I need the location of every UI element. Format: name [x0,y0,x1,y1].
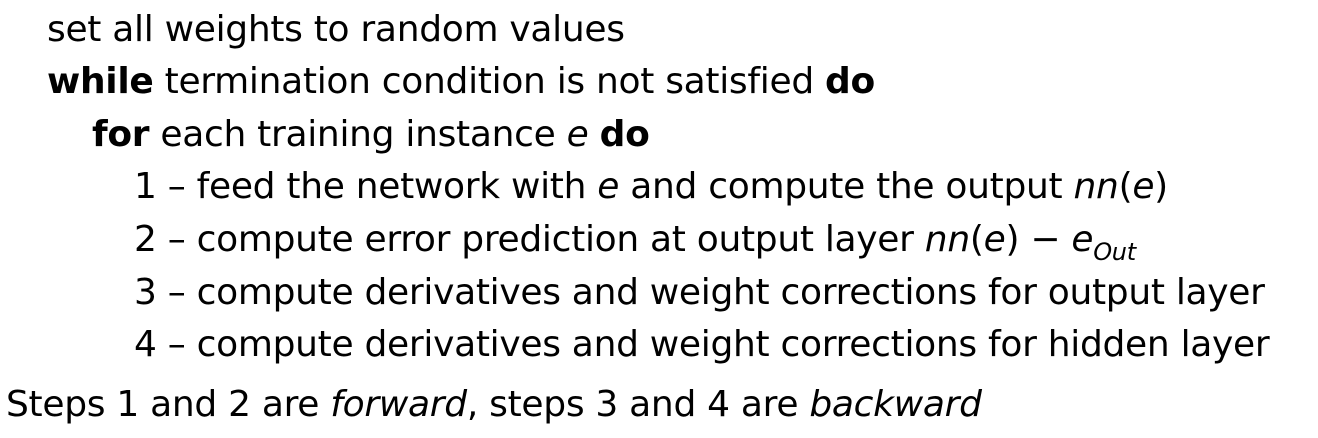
variable-e: e [566,114,589,155]
paren-open: ( [1118,166,1133,207]
step-1: 1 – feed the network with e and compute … [134,165,1168,209]
step-dash: – [156,272,197,313]
line-while-loop: while termination condition is not satis… [47,60,875,104]
keyword-while: while [47,61,154,102]
line-set-weights-text: set all weights to random values [47,9,625,50]
subscript-out: Out [1093,238,1136,266]
step-dash: – [156,166,197,207]
variable-e: e [1132,166,1155,207]
keyword-do: do [825,61,875,102]
step-number: 3 [134,272,157,313]
step-number: 1 [134,166,157,207]
step-1-text-a: feed the network with [196,166,598,207]
note-text-a: Steps 1 and 2 are [6,384,331,425]
step-1-text-b: and compute the output [619,166,1074,207]
step-4-text: compute derivatives and weight correctio… [196,324,1270,365]
paren-close: ) [1005,219,1020,260]
paren-open: ( [969,219,984,260]
step-number: 4 [134,324,157,365]
function-nn: nn [924,219,970,260]
emphasis-forward: forward [330,384,467,425]
keyword-do: do [599,114,650,155]
line-set-weights: set all weights to random values [47,8,625,52]
variable-e-out: e [1071,219,1094,260]
step-2: 2 – compute error prediction at output l… [134,218,1136,266]
emphasis-backward: backward [809,384,982,425]
step-2-text: compute error prediction at output layer [196,219,925,260]
step-4: 4 – compute derivatives and weight corre… [134,323,1270,367]
note-text-b: , steps 3 and 4 are [466,384,810,425]
paren-close: ) [1154,166,1168,207]
while-condition-text: termination condition is not satisfied [153,61,826,102]
variable-e: e [983,219,1006,260]
steps-note: Steps 1 and 2 are forward, steps 3 and 4… [6,383,982,427]
function-nn: nn [1073,166,1119,207]
line-for-loop: for each training instance e do [92,113,650,157]
variable-e: e [597,166,620,207]
step-3-text: compute derivatives and weight correctio… [196,272,1265,313]
step-dash: – [156,324,197,365]
keyword-for: for [92,114,150,155]
for-loop-text: each training instance [149,114,567,155]
algorithm-document: set all weights to random values while t… [0,0,1318,438]
step-number: 2 [134,219,157,260]
step-dash: – [156,219,197,260]
minus-sign: − [1019,219,1072,260]
step-3: 3 – compute derivatives and weight corre… [134,271,1265,315]
